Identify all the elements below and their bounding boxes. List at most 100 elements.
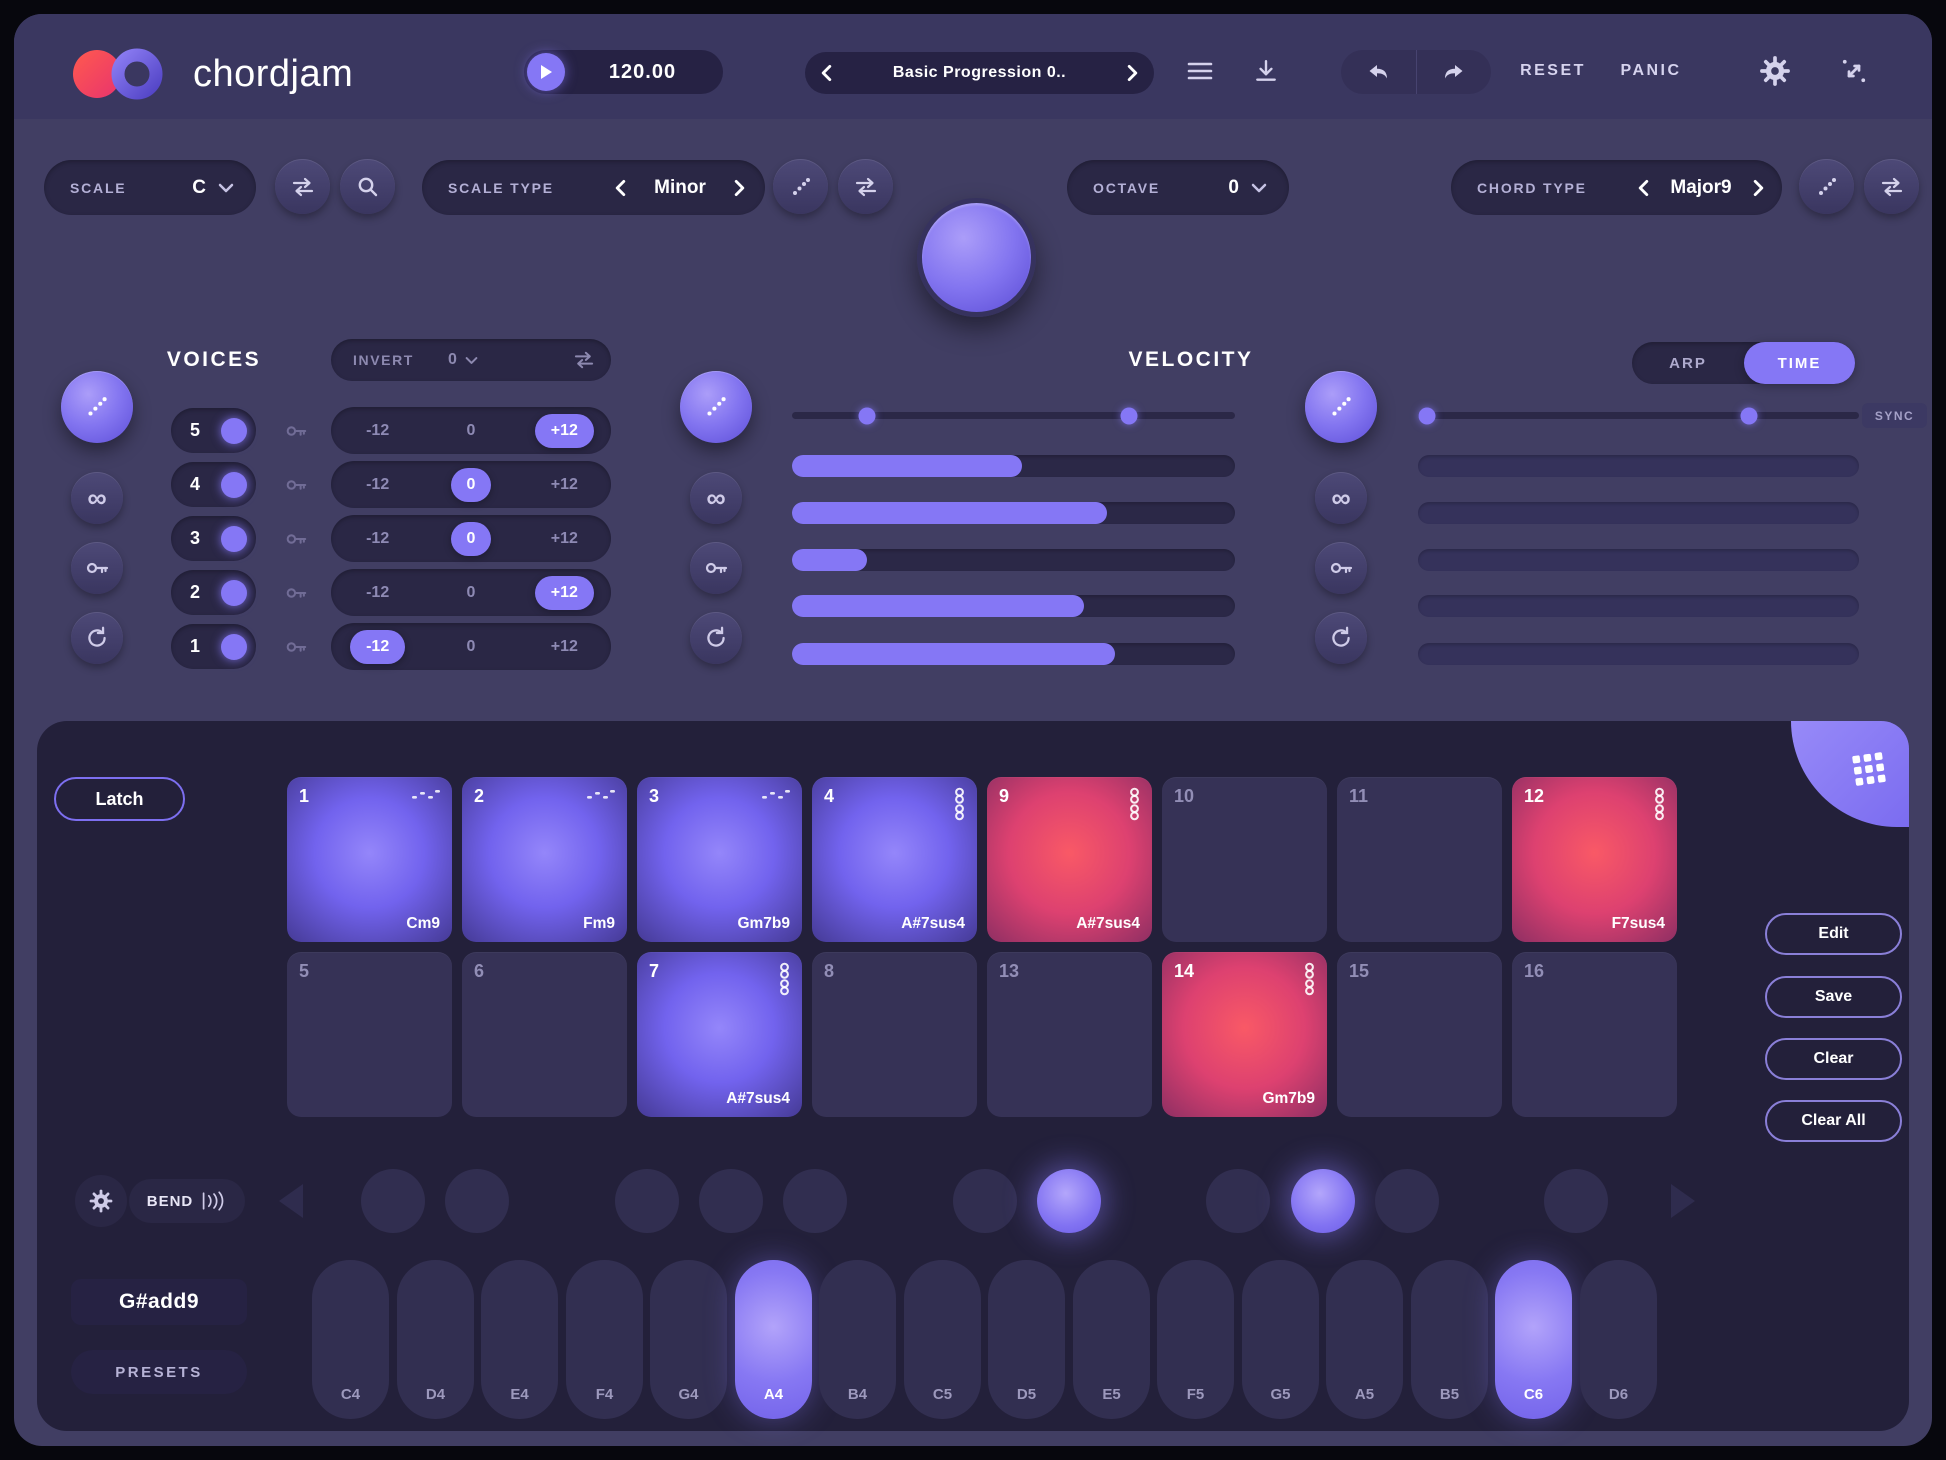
black-key-cs5[interactable] — [953, 1169, 1017, 1233]
scale-type-swap-button[interactable] — [838, 159, 893, 214]
time-bar-1[interactable] — [1418, 455, 1859, 477]
pad-2[interactable]: 2 Fm9 — [462, 777, 627, 942]
pad-16[interactable]: 16 — [1512, 952, 1677, 1117]
menu-button[interactable] — [1180, 51, 1220, 91]
octave-shift-left-button[interactable] — [279, 1184, 303, 1218]
voice-lock-icon[interactable] — [284, 419, 308, 443]
pad-6[interactable]: 6 — [462, 952, 627, 1117]
black-key-cs6[interactable] — [1544, 1169, 1608, 1233]
velocity-lock-button[interactable] — [690, 542, 742, 594]
edit-button[interactable]: Edit — [1765, 913, 1902, 955]
voice-lock-icon[interactable] — [284, 527, 308, 551]
slider-handle-max[interactable] — [1120, 407, 1137, 424]
piano-key-b4[interactable]: B4 — [819, 1260, 896, 1419]
pad-7[interactable]: 7 A#7sus4 — [637, 952, 802, 1117]
play-button[interactable] — [527, 53, 565, 91]
time-bar-3[interactable] — [1418, 549, 1859, 571]
voices-infinity-button[interactable]: ∞ — [71, 472, 123, 524]
transpose-zero[interactable]: 0 — [424, 522, 517, 556]
tab-time[interactable]: TIME — [1744, 342, 1855, 384]
piano-key-d5[interactable]: D5 — [988, 1260, 1065, 1419]
time-range-slider[interactable] — [1418, 411, 1859, 420]
time-infinity-button[interactable]: ∞ — [1315, 472, 1367, 524]
piano-key-g5[interactable]: G5 — [1242, 1260, 1319, 1419]
pad-view-toggle[interactable] — [1791, 721, 1909, 827]
chord-type-next-button[interactable] — [1753, 179, 1764, 197]
pad-9[interactable]: 9 A#7sus4 — [987, 777, 1152, 942]
voices-refresh-button[interactable] — [71, 612, 123, 664]
clear-button[interactable]: Clear — [1765, 1038, 1902, 1080]
velocity-bar-2[interactable] — [792, 502, 1235, 524]
black-key-as5[interactable] — [1375, 1169, 1439, 1233]
presets-button[interactable]: PRESETS — [71, 1350, 247, 1394]
transpose-zero[interactable]: 0 — [424, 414, 517, 448]
piano-key-c5[interactable]: C5 — [904, 1260, 981, 1419]
transpose-plus12[interactable]: +12 — [518, 576, 611, 610]
black-key-ds5[interactable] — [1037, 1169, 1101, 1233]
slider-handle-max[interactable] — [1740, 407, 1757, 424]
velocity-infinity-button[interactable]: ∞ — [690, 472, 742, 524]
piano-key-a5[interactable]: A5 — [1326, 1260, 1403, 1419]
velocity-range-slider[interactable] — [792, 411, 1235, 420]
transpose-zero[interactable]: 0 — [424, 576, 517, 610]
chord-type-select[interactable]: CHORD TYPE Major9 — [1451, 160, 1782, 215]
preset-prev-button[interactable] — [821, 64, 832, 82]
transpose-zero[interactable]: 0 — [424, 630, 517, 664]
transpose-plus12[interactable]: +12 — [518, 468, 611, 502]
scale-swap-button[interactable] — [275, 159, 330, 214]
scale-detect-button[interactable] — [340, 159, 395, 214]
bend-toggle[interactable]: BEND — [129, 1179, 245, 1223]
voices-random-knob[interactable] — [61, 371, 133, 443]
scale-type-select[interactable]: SCALE TYPE Minor — [422, 160, 765, 215]
transpose-minus12[interactable]: -12 — [331, 414, 424, 448]
settings-button[interactable] — [1755, 51, 1795, 91]
transpose-minus12[interactable]: -12 — [331, 468, 424, 502]
latch-button[interactable]: Latch — [54, 777, 185, 821]
voices-lock-button[interactable] — [71, 542, 123, 594]
piano-key-a4[interactable]: A4 — [735, 1260, 812, 1419]
time-bar-4[interactable] — [1418, 595, 1859, 617]
slider-handle-min[interactable] — [859, 407, 876, 424]
piano-key-d4[interactable]: D4 — [397, 1260, 474, 1419]
preset-next-button[interactable] — [1127, 64, 1138, 82]
voice-3-toggle[interactable]: 3 — [171, 516, 256, 561]
preset-selector[interactable]: Basic Progression 0.. — [805, 52, 1154, 94]
pad-4[interactable]: 4 A#7sus4 — [812, 777, 977, 942]
transpose-minus12[interactable]: -12 — [331, 630, 424, 664]
pad-14[interactable]: 14 Gm7b9 — [1162, 952, 1327, 1117]
scale-type-random-button[interactable] — [773, 159, 828, 214]
chord-type-random-button[interactable] — [1799, 159, 1854, 214]
octave-select[interactable]: OCTAVE 0 — [1067, 160, 1289, 215]
piano-key-e5[interactable]: E5 — [1073, 1260, 1150, 1419]
transpose-plus12[interactable]: +12 — [518, 414, 611, 448]
piano-key-g4[interactable]: G4 — [650, 1260, 727, 1419]
octave-shift-right-button[interactable] — [1671, 1184, 1695, 1218]
voice-lock-icon[interactable] — [284, 635, 308, 659]
piano-key-f4[interactable]: F4 — [566, 1260, 643, 1419]
pad-8[interactable]: 8 — [812, 952, 977, 1117]
invert-control[interactable]: INVERT 0 — [331, 339, 611, 381]
velocity-bar-5[interactable] — [792, 643, 1235, 665]
bpm-display[interactable]: 120.00 — [565, 61, 720, 84]
transpose-zero[interactable]: 0 — [424, 468, 517, 502]
chord-type-prev-button[interactable] — [1638, 179, 1649, 197]
piano-key-b5[interactable]: B5 — [1411, 1260, 1488, 1419]
clear-all-button[interactable]: Clear All — [1765, 1100, 1902, 1142]
piano-key-f5[interactable]: F5 — [1157, 1260, 1234, 1419]
velocity-bar-1[interactable] — [792, 455, 1235, 477]
pad-13[interactable]: 13 — [987, 952, 1152, 1117]
time-bar-5[interactable] — [1418, 643, 1859, 665]
velocity-bar-4[interactable] — [792, 595, 1235, 617]
black-key-gs4[interactable] — [699, 1169, 763, 1233]
time-random-knob[interactable] — [1305, 371, 1377, 443]
keyboard-settings-button[interactable] — [75, 1175, 127, 1227]
pad-10[interactable]: 10 — [1162, 777, 1327, 942]
panic-button[interactable]: PANIC — [1591, 62, 1711, 80]
slider-handle-min[interactable] — [1418, 407, 1435, 424]
black-key-ds4[interactable] — [445, 1169, 509, 1233]
black-key-gs5[interactable] — [1291, 1169, 1355, 1233]
main-chord-knob[interactable] — [917, 198, 1036, 317]
velocity-random-knob[interactable] — [680, 371, 752, 443]
black-key-fs4[interactable] — [615, 1169, 679, 1233]
scale-type-prev-button[interactable] — [615, 179, 626, 197]
